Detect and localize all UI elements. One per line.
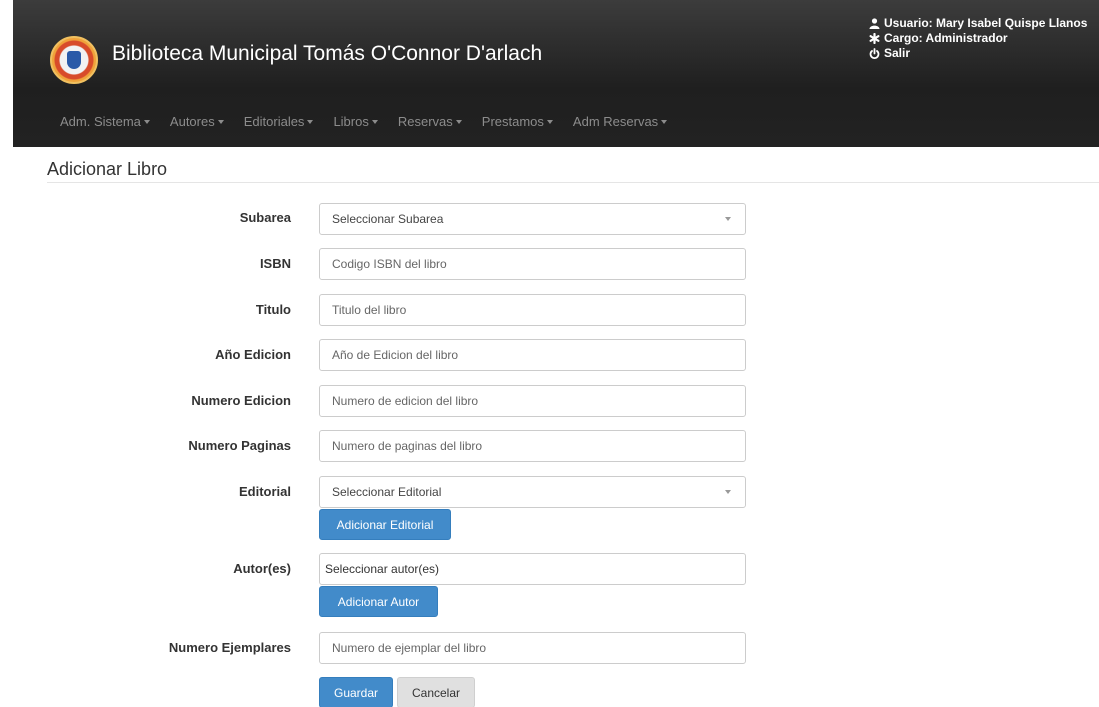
editorial-label: Editorial [238,484,291,499]
cancel-button[interactable]: Cancelar [397,677,475,707]
user-row: Usuario: Mary Isabel Quispe Llanos [868,16,1087,31]
subarea-select[interactable]: Seleccionar Subarea [319,203,746,235]
nav-adm-sistema[interactable]: Adm. Sistema [60,114,150,129]
caret-down-icon [217,119,224,124]
isbn-input[interactable] [319,248,746,280]
numero-ejemplares-input[interactable] [319,632,746,664]
add-autor-button[interactable]: Adicionar Autor [319,586,438,617]
autores-select[interactable]: Seleccionar autor(es) [319,553,746,585]
top-header: Biblioteca Municipal Tomás O'Connor D'ar… [0,0,1099,147]
nav-editoriales[interactable]: Editoriales [244,114,314,129]
main-nav: Adm. Sistema Autores Editoriales Libros … [60,114,687,129]
caret-down-icon [143,119,150,124]
caret-down-icon [307,119,314,124]
nav-prestamos[interactable]: Prestamos [482,114,553,129]
numero-paginas-label: Numero Paginas [188,438,291,453]
library-logo [50,36,98,84]
caret-down-icon [661,119,668,124]
nav-adm-reservas[interactable]: Adm Reservas [573,114,668,129]
nav-libros[interactable]: Libros [333,114,378,129]
nav-autores[interactable]: Autores [170,114,224,129]
numero-edicion-input[interactable] [319,385,746,417]
logout-link[interactable]: Salir [868,46,1087,61]
chevron-down-icon [725,217,731,221]
numero-ejemplares-label: Numero Ejemplares [168,640,291,655]
anio-edicion-input[interactable] [319,339,746,371]
nav-reservas[interactable]: Reservas [398,114,462,129]
chevron-down-icon [725,490,731,494]
title-divider [47,182,1099,183]
titulo-label: Titulo [255,302,291,317]
caret-down-icon [455,119,462,124]
anio-edicion-label: Año Edicion [215,347,291,362]
power-icon [868,48,880,59]
autores-label: Autor(es) [233,561,291,576]
page-title: Adicionar Libro [47,159,168,179]
caret-down-icon [546,119,553,124]
user-icon [868,18,880,29]
user-name: Usuario: Mary Isabel Quispe Llanos [884,16,1088,30]
save-button[interactable]: Guardar [319,677,393,707]
numero-paginas-input[interactable] [319,430,746,462]
user-info: Usuario: Mary Isabel Quispe Llanos Cargo… [868,16,1087,61]
caret-down-icon [371,119,378,124]
subarea-label: Subarea [239,210,291,225]
isbn-label: ISBN [259,256,291,271]
role-row: Cargo: Administrador [868,31,1087,46]
asterisk-icon [868,33,880,44]
user-role: Cargo: Administrador [884,31,1008,45]
titulo-input[interactable] [319,294,746,326]
brand-title[interactable]: Biblioteca Municipal Tomás O'Connor D'ar… [112,42,542,66]
logout-label: Salir [884,46,911,60]
add-editorial-button[interactable]: Adicionar Editorial [319,509,451,540]
editorial-select[interactable]: Seleccionar Editorial [319,476,746,508]
numero-edicion-label: Numero Edicion [191,393,291,408]
